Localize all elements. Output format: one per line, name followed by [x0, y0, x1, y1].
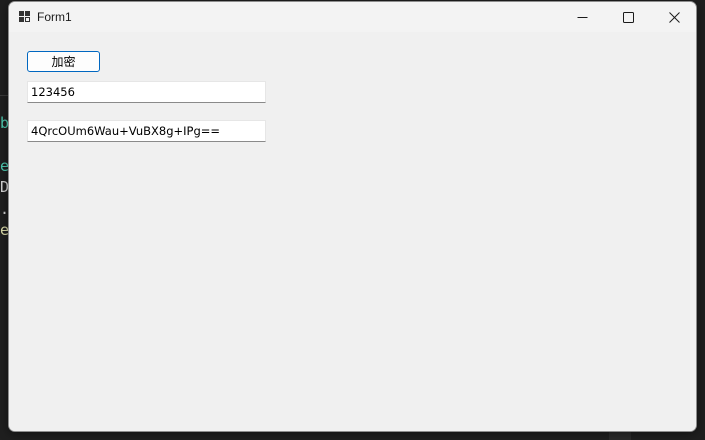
form1-window: Form1 加密 123456 4QrcOUm6Wau+VuBX8g+IPg==	[8, 1, 697, 432]
form-client-area: 加密 123456 4QrcOUm6Wau+VuBX8g+IPg==	[9, 32, 696, 431]
minimize-button[interactable]	[559, 2, 605, 32]
close-icon	[668, 11, 680, 23]
maximize-icon	[622, 11, 634, 23]
window-title: Form1	[37, 10, 72, 24]
plaintext-input[interactable]: 123456	[27, 81, 266, 103]
encrypt-button[interactable]: 加密	[27, 51, 100, 72]
ciphertext-output[interactable]: 4QrcOUm6Wau+VuBX8g+IPg==	[27, 120, 266, 142]
maximize-button[interactable]	[605, 2, 651, 32]
minimize-icon	[577, 12, 588, 23]
title-bar[interactable]: Form1	[9, 2, 696, 32]
close-button[interactable]	[651, 2, 696, 32]
winforms-app-icon	[18, 10, 32, 24]
